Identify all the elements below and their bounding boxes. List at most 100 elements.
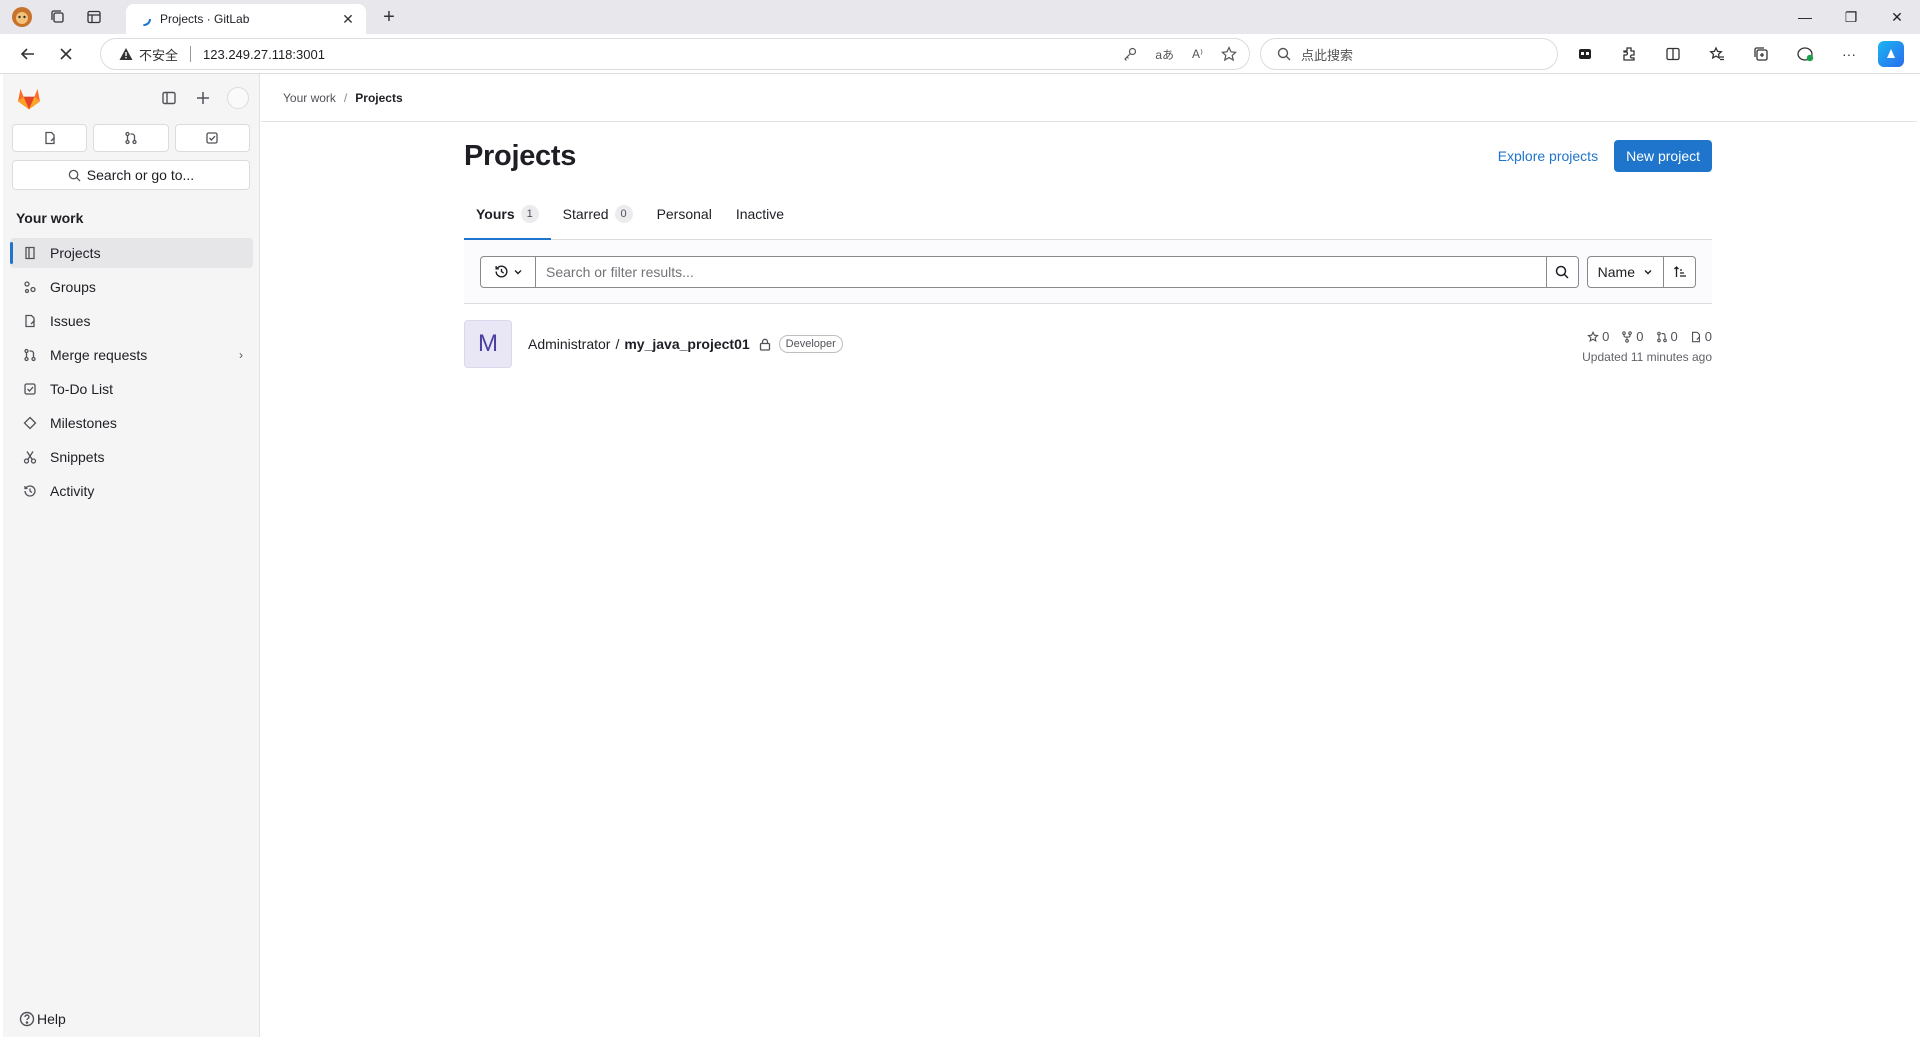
key-icon[interactable] [1123, 47, 1137, 61]
browser-search-placeholder: 点此搜索 [1301, 47, 1354, 63]
explore-projects-button[interactable]: Explore projects [1490, 148, 1606, 164]
workspaces-icon[interactable] [46, 5, 70, 29]
assigned-issues-counter[interactable] [12, 124, 88, 152]
sidebar-item-milestones[interactable]: Milestones [10, 408, 253, 438]
history-icon [494, 265, 508, 278]
project-forks[interactable]: 0 [1621, 329, 1644, 344]
sidebar-item-issues[interactable]: Issues [10, 306, 253, 336]
breadcrumb-separator: / [343, 90, 348, 105]
user-avatar[interactable] [227, 87, 249, 109]
sidebar-item-snippets[interactable]: Snippets [10, 442, 253, 472]
forks-count: 0 [1636, 329, 1644, 344]
tab-count-badge: 0 [614, 205, 633, 223]
tab-label: Starred [562, 206, 609, 222]
tab-starred[interactable]: Starred 0 [551, 189, 645, 239]
todo-icon [206, 132, 218, 144]
gitlab-logo-icon[interactable] [15, 84, 43, 112]
browser-search-box[interactable]: 点此搜索 [1260, 38, 1558, 70]
merge-requests-count: 0 [1670, 329, 1678, 344]
vertical-tabs-icon[interactable] [82, 5, 106, 29]
url-text[interactable]: 123.249.27.118:3001 [203, 47, 325, 62]
tab-inactive[interactable]: Inactive [724, 189, 796, 239]
sidebar-item-label: Projects [50, 245, 101, 261]
sidebar-item-groups[interactable]: Groups [10, 272, 253, 302]
todo-icon [22, 381, 38, 397]
new-tab-button[interactable]: + [376, 6, 402, 29]
sidebar-search-label: Search or go to... [86, 167, 195, 183]
read-aloud-icon[interactable]: A⁾ [1192, 47, 1203, 61]
breadcrumb-your-work[interactable]: Your work [283, 91, 336, 105]
copilot-icon[interactable] [1878, 41, 1904, 67]
project-namespace[interactable]: Administrator [528, 336, 610, 352]
sidebar-toggle-icon[interactable] [159, 88, 179, 108]
project-title-link[interactable]: my_java_project01 [624, 336, 749, 352]
sort-by-dropdown[interactable]: Name [1586, 255, 1664, 288]
stop-loading-button[interactable] [50, 38, 82, 70]
sort-direction-button[interactable] [1664, 255, 1696, 288]
filter-search-button[interactable] [1546, 255, 1579, 288]
lock-icon [759, 338, 770, 351]
issues-icon [45, 131, 55, 145]
sidebar-item-label: Activity [50, 483, 95, 499]
help-button[interactable]: Help [19, 1011, 66, 1027]
url-bar[interactable]: 不安全 123.249.27.118:3001 aあ A⁾ [100, 38, 1250, 70]
search-icon [1277, 47, 1291, 61]
browser-tab-active[interactable]: Projects · GitLab ✕ [126, 4, 366, 34]
star-icon [1587, 330, 1599, 342]
issues-icon [1691, 331, 1701, 342]
create-new-icon[interactable] [193, 88, 213, 108]
sort-ascending-icon [1673, 265, 1686, 277]
project-issues[interactable]: 0 [1690, 329, 1712, 344]
url-separator [190, 46, 192, 62]
restore-icon[interactable]: ❐ [1828, 0, 1874, 34]
project-stars[interactable]: 0 [1587, 329, 1609, 344]
project-row: M Administrator / my_java_project01 Deve… [464, 304, 1712, 384]
insecure-label[interactable]: 不安全 [139, 45, 178, 64]
tab-label: Personal [656, 206, 712, 222]
tab-personal[interactable]: Personal [645, 189, 724, 239]
extension-app-icon[interactable] [1570, 39, 1600, 69]
more-options-icon[interactable]: ··· [1834, 39, 1864, 69]
snippet-icon [22, 449, 38, 465]
merge-requests-counter[interactable] [93, 124, 169, 152]
favorite-star-icon[interactable] [1221, 46, 1237, 62]
sidebar-nav: Projects Groups Issues Merge requests › [3, 238, 259, 506]
sidebar-item-todo-list[interactable]: To-Do List [10, 374, 253, 404]
filter-bar: Name [464, 240, 1712, 304]
close-tab-icon[interactable]: ✕ [340, 11, 356, 28]
filter-search-input[interactable] [536, 255, 1547, 288]
todos-counter[interactable] [174, 124, 250, 152]
collections-icon[interactable] [1746, 39, 1776, 69]
sidebar-item-label: Snippets [50, 449, 105, 465]
project-updated-time: Updated 11 minutes ago [1582, 350, 1712, 364]
tab-yours[interactable]: Yours 1 [464, 189, 551, 240]
close-window-icon[interactable]: ✕ [1874, 0, 1920, 34]
project-avatar[interactable]: M [464, 320, 512, 368]
new-project-button[interactable]: New project [1614, 140, 1712, 172]
project-icon [22, 245, 38, 261]
project-merge-requests[interactable]: 0 [1656, 329, 1678, 344]
favorites-icon[interactable] [1702, 39, 1732, 69]
sidebar-item-label: Issues [50, 313, 91, 329]
tab-label: Inactive [735, 206, 785, 222]
sidebar-item-activity[interactable]: Activity [10, 476, 253, 506]
minimize-icon[interactable]: — [1782, 0, 1828, 34]
browser-essentials-icon[interactable] [1790, 39, 1820, 69]
tab-label: Yours [476, 206, 515, 222]
recent-searches-button[interactable] [480, 255, 536, 288]
split-screen-icon[interactable] [1658, 39, 1688, 69]
sidebar-item-projects[interactable]: Projects [10, 238, 253, 268]
sidebar-item-merge-requests[interactable]: Merge requests › [10, 340, 253, 370]
browser-profile-icon[interactable] [10, 5, 34, 29]
page-title: Projects [464, 139, 577, 172]
sidebar-search-button[interactable]: Search or go to... [12, 160, 250, 190]
group-icon [22, 279, 38, 295]
stars-count: 0 [1602, 329, 1610, 344]
breadcrumb-projects[interactable]: Projects [355, 91, 402, 105]
sidebar: Search or go to... Your work Projects Gr… [3, 74, 260, 1037]
sort-group: Name [1586, 255, 1696, 288]
chevron-right-icon[interactable]: › [239, 348, 243, 362]
extensions-icon[interactable] [1614, 39, 1644, 69]
translate-icon[interactable]: aあ [1155, 46, 1174, 63]
back-button[interactable] [12, 38, 44, 70]
